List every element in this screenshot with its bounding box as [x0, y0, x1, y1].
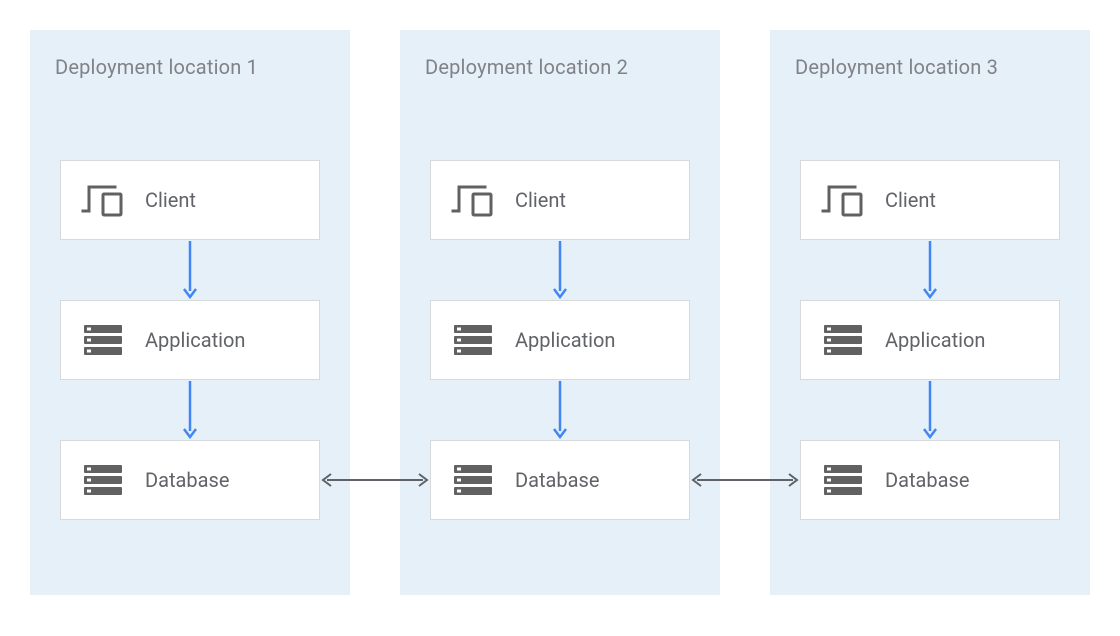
database-label: Database	[885, 468, 969, 492]
devices-icon	[451, 180, 495, 220]
client-box: Client	[430, 160, 690, 240]
database-box: Database	[800, 440, 1060, 520]
application-label: Application	[515, 328, 615, 352]
deployment-panel-1: Deployment location 1 Client A	[30, 30, 350, 595]
database-box: Database	[60, 440, 320, 520]
arrow-down-icon	[923, 241, 937, 299]
server-icon	[81, 460, 125, 500]
deployment-panel-2: Deployment location 2 Client A	[400, 30, 720, 595]
application-label: Application	[885, 328, 985, 352]
application-box: Application	[60, 300, 320, 380]
application-label: Application	[145, 328, 245, 352]
arrow-down-icon	[183, 241, 197, 299]
panel-title: Deployment location 2	[425, 55, 628, 79]
server-icon	[451, 320, 495, 360]
bidirectional-arrow-icon	[691, 473, 799, 487]
client-label: Client	[145, 188, 196, 212]
client-label: Client	[515, 188, 566, 212]
application-box: Application	[800, 300, 1060, 380]
panel-title: Deployment location 3	[795, 55, 998, 79]
application-box: Application	[430, 300, 690, 380]
arrow-down-icon	[553, 241, 567, 299]
client-label: Client	[885, 188, 936, 212]
server-icon	[821, 320, 865, 360]
arrow-down-icon	[553, 381, 567, 439]
arrow-down-icon	[183, 381, 197, 439]
database-label: Database	[145, 468, 229, 492]
server-icon	[81, 320, 125, 360]
client-box: Client	[800, 160, 1060, 240]
deployment-panel-3: Deployment location 3 Client A	[770, 30, 1090, 595]
bidirectional-arrow-icon	[321, 473, 429, 487]
panel-title: Deployment location 1	[55, 55, 258, 79]
server-icon	[821, 460, 865, 500]
database-label: Database	[515, 468, 599, 492]
client-box: Client	[60, 160, 320, 240]
database-box: Database	[430, 440, 690, 520]
arrow-down-icon	[923, 381, 937, 439]
devices-icon	[821, 180, 865, 220]
devices-icon	[81, 180, 125, 220]
server-icon	[451, 460, 495, 500]
